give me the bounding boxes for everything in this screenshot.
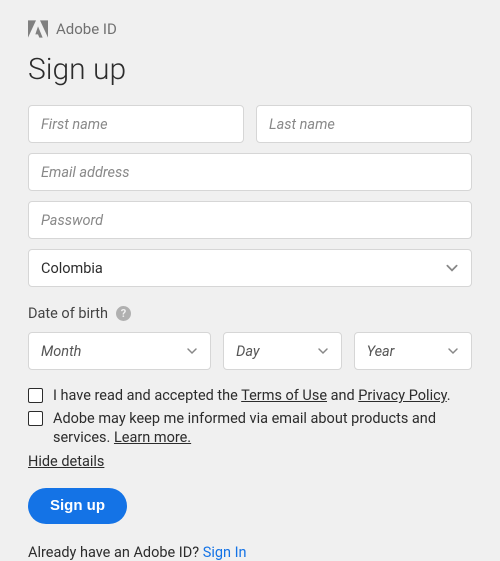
year-value: Year <box>367 343 395 360</box>
sign-in-link[interactable]: Sign In <box>203 544 247 561</box>
header: Adobe ID <box>28 20 472 38</box>
month-value: Month <box>41 343 81 360</box>
password-field[interactable]: Password <box>28 201 472 239</box>
brand-label: Adobe ID <box>56 20 117 38</box>
first-name-field[interactable]: First name <box>28 105 244 143</box>
chevron-down-icon <box>447 345 459 357</box>
adobe-logo-icon <box>28 20 48 38</box>
terms-text: I have read and accepted the Terms of Us… <box>53 386 451 406</box>
last-name-field[interactable]: Last name <box>256 105 472 143</box>
help-icon[interactable]: ? <box>116 306 131 321</box>
first-name-placeholder: First name <box>41 116 108 133</box>
chevron-down-icon <box>445 261 459 275</box>
email-field[interactable]: Email address <box>28 153 472 191</box>
month-select[interactable]: Month <box>28 332 211 370</box>
terms-of-use-link[interactable]: Terms of Use <box>241 387 327 404</box>
country-select[interactable]: Colombia <box>28 249 472 287</box>
country-value: Colombia <box>41 260 103 277</box>
chevron-down-icon <box>186 345 198 357</box>
chevron-down-icon <box>317 345 329 357</box>
privacy-policy-link[interactable]: Privacy Policy <box>358 387 447 404</box>
terms-checkbox[interactable] <box>28 388 43 403</box>
page-title: Sign up <box>28 52 472 87</box>
marketing-checkbox[interactable] <box>28 411 43 426</box>
email-placeholder: Email address <box>41 164 130 181</box>
marketing-text: Adobe may keep me informed via email abo… <box>53 409 472 448</box>
hide-details-link[interactable]: Hide details <box>28 453 104 470</box>
day-select[interactable]: Day <box>223 332 341 370</box>
day-value: Day <box>236 343 259 360</box>
learn-more-link[interactable]: Learn more. <box>114 429 191 446</box>
year-select[interactable]: Year <box>354 332 472 370</box>
sign-up-button[interactable]: Sign up <box>28 488 127 524</box>
last-name-placeholder: Last name <box>269 116 335 133</box>
footer: Already have an Adobe ID? Sign In <box>28 544 472 561</box>
dob-label: Date of birth <box>28 305 108 322</box>
password-placeholder: Password <box>41 212 103 229</box>
